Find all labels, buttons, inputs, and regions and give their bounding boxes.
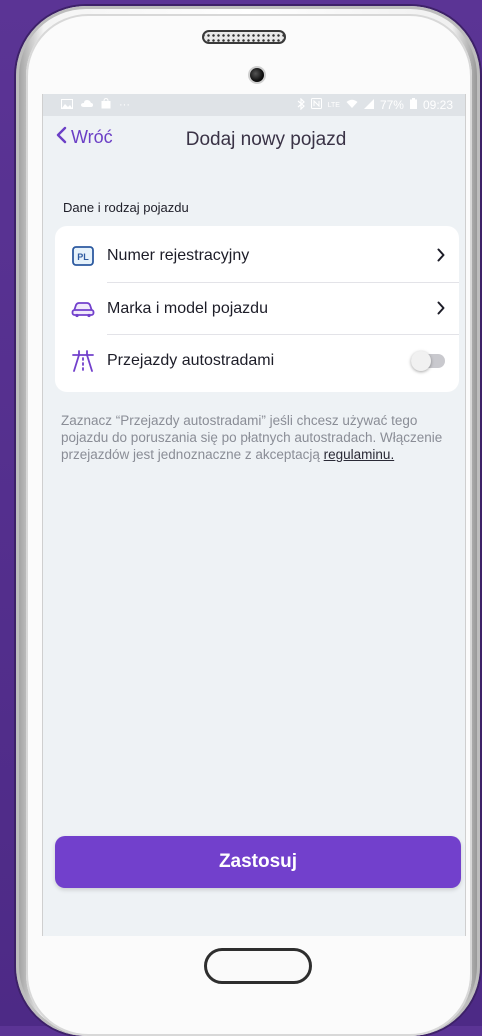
page-title: Dodaj nowy pojazd [185,129,347,150]
status-bar: ··· LTE 77% 09:23 [43,94,465,116]
car-icon [71,297,95,321]
wifi-icon [346,98,358,112]
clock: 09:23 [422,98,453,112]
earpiece-speaker [202,30,286,44]
chevron-right-icon [437,246,445,267]
row-label: Marka i model pojazdu [107,300,268,317]
battery-icon [409,98,417,112]
nfc-icon [310,98,322,112]
chevron-right-icon [437,299,445,320]
lte-icon: LTE [327,101,340,109]
signal-icon [363,98,374,112]
info-text: Zaznacz “Przejazdy autostradami” jeśli c… [61,412,453,463]
row-label: Numer rejestracyjny [107,247,250,264]
toggle-knob [411,351,431,371]
more-notifications-icon: ··· [119,99,130,111]
app-header: Wróć Dodaj nowy pojazd [43,116,465,166]
section-label: Dane i rodzaj pojazdu [63,200,189,215]
plate-badge-text: PL [77,252,89,262]
shopping-bag-icon [101,97,111,112]
cloud-notification-icon [81,99,93,111]
app-screen: ··· LTE 77% 09:23 Wróć Dodaj nowy pojazd… [42,94,466,936]
terms-link[interactable]: regulaminu. [324,447,395,462]
bluetooth-icon [297,97,305,113]
front-camera [248,66,266,84]
apply-button[interactable]: Zastosuj [55,836,461,888]
home-button[interactable] [204,948,312,984]
gallery-notification-icon [61,98,73,112]
row-label: Przejazdy autostradami [107,352,275,369]
license-plate-icon: PL [71,244,95,268]
highway-toggle[interactable] [411,351,445,371]
row-make-model[interactable]: Marka i model pojazdu [55,283,459,335]
battery-level: 77% [379,98,404,112]
row-registration-number[interactable]: PL Numer rejestracyjny [55,230,459,282]
vehicle-options-card: PL Numer rejestracyjny Marka i model poj… [55,226,459,392]
row-highway-travel: Przejazdy autostradami [55,335,459,387]
highway-icon [71,349,95,373]
